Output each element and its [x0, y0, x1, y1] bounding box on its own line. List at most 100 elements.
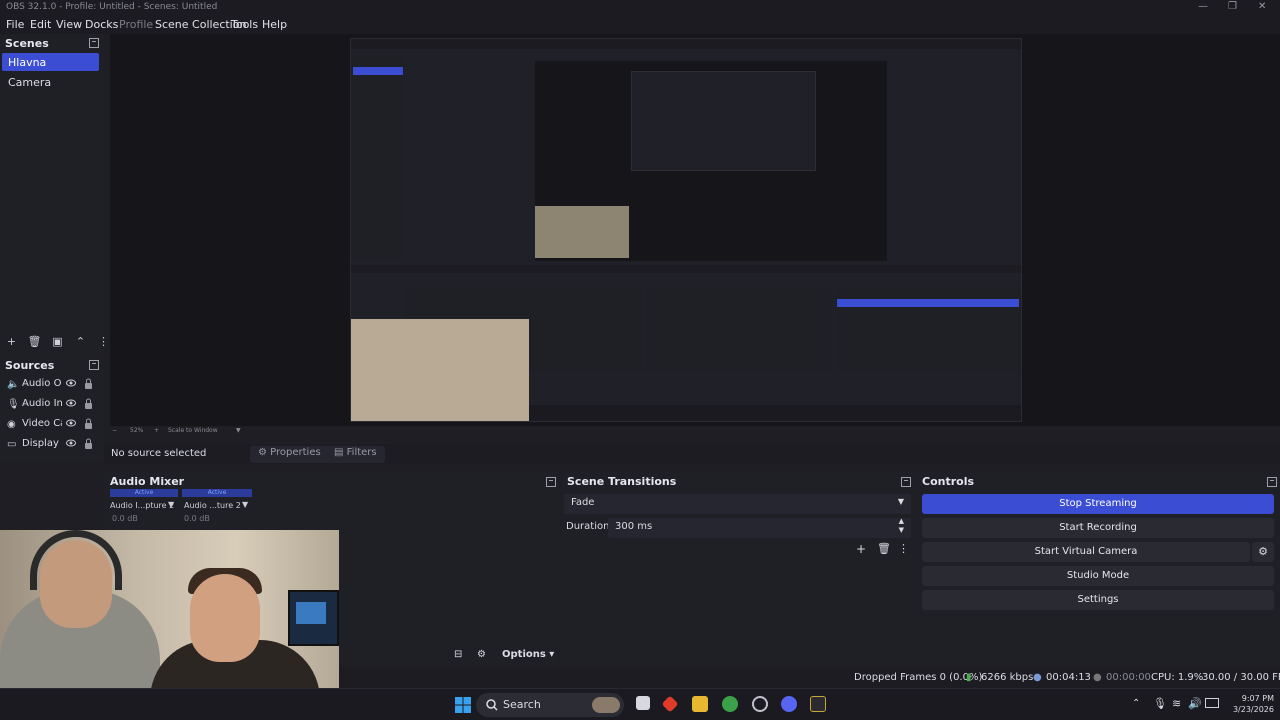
menu-tools[interactable]: Tools: [231, 18, 258, 31]
spin-buttons-icon[interactable]: ▲ ▼: [899, 517, 904, 535]
discord-icon[interactable]: [781, 696, 797, 712]
add-scene-icon[interactable]: +: [0, 333, 23, 351]
bitrate-icon: ▮: [966, 672, 972, 683]
channel-name: Audio ...ture 2: [184, 501, 241, 510]
scale-dropdown-icon[interactable]: ▼: [236, 427, 241, 434]
transition-more-icon[interactable]: ⋮: [898, 542, 909, 555]
transition-select[interactable]: Fade ▼: [564, 494, 911, 514]
menu-docks[interactable]: Docks: [85, 18, 118, 31]
preview-zoom-bar: − 52% + Scale to Window ▼: [110, 424, 1280, 436]
close-icon[interactable]: ✕: [1258, 1, 1266, 12]
lock-icon[interactable]: [84, 378, 93, 389]
menu-view[interactable]: View: [56, 18, 82, 31]
dropped-frames: Dropped Frames 0 (0.0%): [854, 672, 983, 683]
task-view-icon[interactable]: [636, 696, 650, 710]
source-label: Display C: [22, 438, 62, 449]
studio-mode-button[interactable]: Studio Mode: [922, 566, 1274, 586]
scale-mode[interactable]: Scale to Window: [168, 427, 218, 434]
nested-deeper-capture: [631, 71, 816, 171]
menu-help[interactable]: Help: [262, 18, 287, 31]
source-item[interactable]: 🔈 Audio Out: [0, 375, 104, 395]
file-explorer-icon[interactable]: [692, 696, 708, 712]
search-label: Search: [503, 698, 541, 711]
add-transition-icon[interactable]: +: [856, 542, 866, 556]
scenes-toolbar: + 🗑 ▣ ⌃ ⋮: [0, 333, 115, 351]
windows-start-icon[interactable]: [455, 697, 471, 713]
scene-item-camera[interactable]: Camera: [2, 73, 99, 91]
menu-file[interactable]: File: [6, 18, 24, 31]
move-scene-up-icon[interactable]: ⌃: [69, 333, 92, 351]
properties-button[interactable]: ⚙ Properties: [250, 446, 329, 463]
lock-icon[interactable]: [84, 438, 93, 449]
start-virtual-camera-button[interactable]: Start Virtual Camera: [922, 542, 1250, 562]
record-time: 00:00:00: [1106, 672, 1151, 683]
no-source-label: No source selected: [111, 448, 207, 459]
menu-edit[interactable]: Edit: [30, 18, 51, 31]
source-label: Audio Out: [22, 378, 62, 389]
nested-title-bar: [351, 39, 1021, 49]
duration-label: Duration: [566, 521, 610, 532]
duration-input[interactable]: 300 ms ▲ ▼: [608, 517, 911, 538]
undock-sources-icon[interactable]: [89, 360, 99, 370]
undock-mixer-icon[interactable]: [546, 477, 556, 487]
remove-scene-icon[interactable]: 🗑: [23, 333, 46, 351]
source-item[interactable]: ▭ Display C: [0, 435, 104, 455]
scene-item-hlavna[interactable]: Hlavna: [2, 53, 99, 71]
visibility-eye-icon[interactable]: [66, 418, 76, 428]
steam-icon[interactable]: [752, 696, 768, 712]
source-label: Audio Inp: [22, 398, 62, 409]
undock-scenes-icon[interactable]: [89, 38, 99, 48]
properties-label: Properties: [270, 447, 321, 458]
chevron-down-icon: ▼: [897, 497, 904, 506]
nested-transitions: [645, 287, 831, 373]
source-item[interactable]: ◉ Video Cap: [0, 415, 104, 435]
nested-taskbar: [529, 405, 1021, 421]
visibility-eye-icon[interactable]: [66, 398, 76, 408]
app-red-icon[interactable]: [661, 695, 679, 713]
layout-toggle-icon[interactable]: ⊟: [454, 649, 462, 660]
filters-button[interactable]: ▤ Filters: [326, 446, 385, 463]
channel-menu-icon[interactable]: ▼: [242, 500, 248, 509]
maximize-icon[interactable]: ❐: [1228, 1, 1237, 12]
undock-controls-icon[interactable]: [1267, 477, 1277, 487]
channel-menu-icon[interactable]: ▼: [168, 500, 174, 509]
mixer-settings-icon[interactable]: ⚙: [477, 649, 486, 660]
lock-icon[interactable]: [84, 398, 93, 409]
obs-icon[interactable]: [810, 696, 826, 712]
battery-icon[interactable]: [1205, 698, 1219, 708]
virtual-camera-settings-icon[interactable]: ⚙: [1252, 542, 1274, 562]
taskbar: Search ⌃ 🎙 ≋ 🔊 9:07 PM 3/23/2026: [0, 688, 1280, 720]
taskbar-clock[interactable]: 9:07 PM 3/23/2026: [1218, 693, 1274, 715]
preview-canvas[interactable]: [110, 34, 1280, 426]
chevron-up-icon[interactable]: ⌃: [1132, 698, 1140, 709]
stream-icon: ●: [1033, 672, 1042, 683]
wifi-icon[interactable]: ≋: [1172, 697, 1181, 710]
chrome-icon[interactable]: [722, 696, 738, 712]
options-button[interactable]: Options ▾: [502, 649, 554, 660]
visibility-eye-icon[interactable]: [66, 438, 76, 448]
monitor-icon: ▭: [7, 439, 17, 450]
speaker-icon: 🔈: [7, 379, 20, 390]
menu-profile[interactable]: Profile: [119, 18, 153, 31]
undock-transitions-icon[interactable]: [901, 477, 911, 487]
source-label: Video Cap: [22, 418, 62, 429]
taskbar-search[interactable]: Search: [476, 693, 624, 717]
gear-icon: ⚙: [258, 447, 271, 458]
source-item[interactable]: 🎙 Audio Inp: [0, 395, 104, 415]
start-recording-button[interactable]: Start Recording: [922, 518, 1274, 538]
nested-selected-scene: [353, 67, 403, 75]
visibility-eye-icon[interactable]: [66, 378, 76, 388]
menu-bar: File Edit View Docks Profile Scene Colle…: [0, 16, 1280, 34]
zoom-out-icon[interactable]: −: [112, 427, 117, 434]
remove-transition-icon[interactable]: 🗑: [877, 542, 891, 555]
scene-filters-icon[interactable]: ▣: [46, 333, 69, 351]
clock-date: 3/23/2026: [1232, 705, 1274, 714]
channel-level: 0.0 dB: [112, 514, 138, 523]
lock-icon[interactable]: [84, 418, 93, 429]
volume-icon[interactable]: 🔊: [1188, 697, 1202, 710]
minimize-icon[interactable]: —: [1198, 1, 1208, 12]
zoom-in-icon[interactable]: +: [154, 427, 159, 434]
microphone-tray-icon[interactable]: 🎙: [1153, 697, 1167, 710]
stop-streaming-button[interactable]: Stop Streaming: [922, 494, 1274, 514]
settings-button[interactable]: Settings: [922, 590, 1274, 610]
